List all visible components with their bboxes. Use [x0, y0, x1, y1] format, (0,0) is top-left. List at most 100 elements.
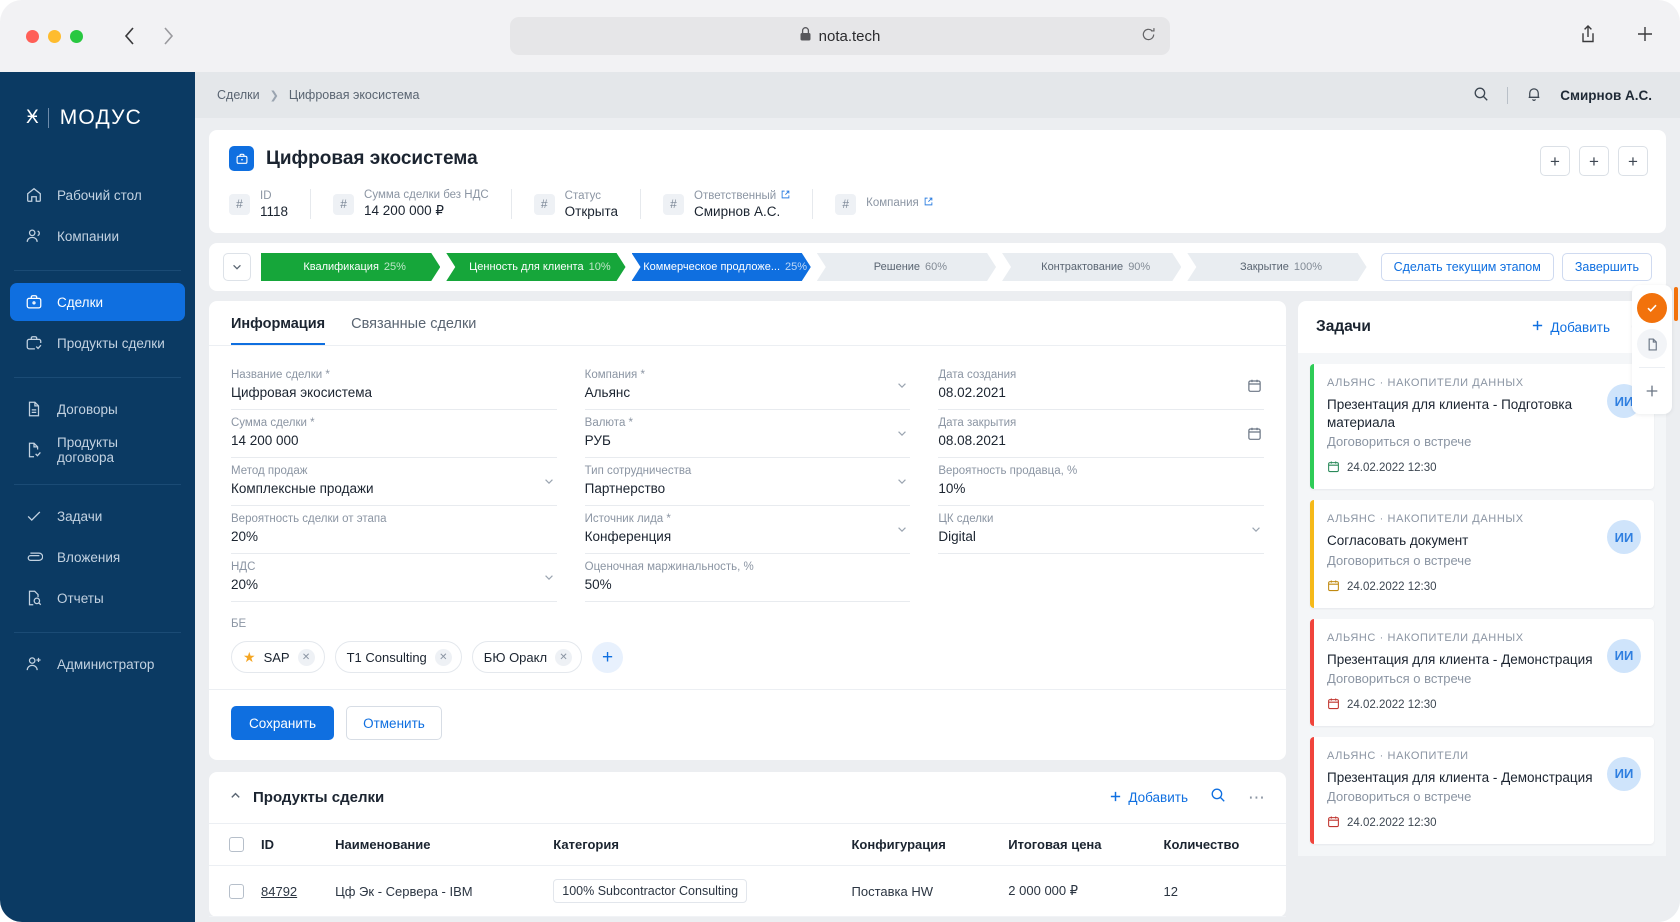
sidebar-item-companies[interactable]: Компании	[10, 217, 185, 255]
stage-name: Решение	[873, 261, 921, 273]
table-row[interactable]: 84792 Цф Эк - Сервера - IBM 100% Subcont…	[209, 865, 1286, 917]
field-estimated-margin[interactable]: Оценочная маржинальность, % 50%	[584, 554, 911, 602]
field-deal-name[interactable]: Название сделки * Цифровая экосистема	[231, 362, 557, 410]
external-link-icon[interactable]	[781, 190, 790, 202]
task-card[interactable]: АЛЬЯНС · НАКОПИТЕЛИ ДАННЫХ Презентация д…	[1310, 618, 1654, 727]
remove-tag-icon[interactable]: ✕	[297, 648, 315, 666]
chevron-down-icon[interactable]	[896, 474, 908, 492]
row-checkbox[interactable]	[229, 883, 244, 899]
close-window-button[interactable]	[26, 29, 39, 43]
add-button-2[interactable]: +	[1579, 146, 1609, 176]
calendar-icon[interactable]	[1247, 426, 1262, 446]
field-close-date[interactable]: Дата закрытия 08.08.2021	[938, 410, 1264, 458]
stage-item[interactable]: Закрытие 100%	[1187, 253, 1366, 281]
stage-item[interactable]: Квалификация 25%	[261, 253, 440, 281]
breadcrumb-deals[interactable]: Сделки	[217, 88, 260, 102]
briefcase-check-icon	[24, 334, 43, 353]
sidebar-item-contracts[interactable]: Договоры	[10, 390, 185, 428]
field-seller-probability[interactable]: Вероятность продавца, % 10%	[938, 458, 1264, 506]
chip-label: ID	[260, 189, 272, 202]
sidebar-item-attachments[interactable]: Вложения	[10, 538, 185, 576]
forward-arrow-icon[interactable]	[162, 26, 175, 46]
external-link-icon[interactable]	[924, 197, 933, 209]
document-icon[interactable]	[1637, 329, 1667, 359]
search-icon[interactable]	[1210, 787, 1226, 808]
sidebar-item-contract-products[interactable]: Продукты договора	[10, 431, 185, 469]
chevron-down-icon[interactable]	[543, 570, 555, 588]
chevron-down-icon[interactable]	[223, 253, 251, 281]
stage-item[interactable]: Решение 60%	[817, 253, 996, 281]
avatar[interactable]: ИИ	[1607, 756, 1641, 791]
check-circle-icon[interactable]	[1637, 293, 1667, 323]
window-controls[interactable]	[26, 29, 83, 43]
field-cooperation-type[interactable]: Тип сотрудничества Партнерство	[584, 458, 911, 506]
product-id-link[interactable]: 84792	[261, 884, 297, 899]
field-deal-amount[interactable]: Сумма сделки * 14 200 000	[231, 410, 557, 458]
field-lead-source[interactable]: Источник лида * Конференция	[584, 506, 911, 554]
field-stage-probability[interactable]: Вероятность сделки от этапа 20%	[231, 506, 557, 554]
chevron-down-icon[interactable]	[543, 474, 555, 492]
row-select-cell[interactable]	[209, 865, 253, 917]
add-button-3[interactable]: +	[1618, 146, 1648, 176]
be-tag[interactable]: T1 Consulting ✕	[334, 641, 462, 673]
bell-icon[interactable]	[1526, 86, 1542, 105]
task-card[interactable]: АЛЬЯНС · НАКОПИТЕЛИ Презентация для клие…	[1310, 736, 1654, 845]
calendar-icon[interactable]	[1247, 378, 1262, 398]
back-arrow-icon[interactable]	[123, 26, 136, 46]
search-icon[interactable]	[1473, 86, 1489, 105]
add-task-button[interactable]: Добавить	[1531, 319, 1610, 335]
more-horizontal-icon[interactable]: ⋯	[1248, 788, 1266, 808]
minimize-window-button[interactable]	[48, 29, 61, 43]
field-sales-method[interactable]: Метод продаж Комплексные продажи	[231, 458, 557, 506]
select-all-cell[interactable]	[209, 824, 253, 866]
add-be-tag-button[interactable]: +	[592, 641, 624, 673]
sidebar-item-dashboard[interactable]: Рабочий стол	[10, 176, 185, 214]
be-tag[interactable]: ★ SAP ✕	[231, 641, 325, 673]
remove-tag-icon[interactable]: ✕	[434, 648, 452, 666]
sidebar-item-deals[interactable]: Сделки	[10, 283, 185, 321]
select-all-checkbox[interactable]	[229, 837, 244, 852]
field-created-date[interactable]: Дата создания 08.02.2021	[938, 362, 1264, 410]
address-bar[interactable]: nota.tech	[510, 17, 1170, 55]
share-icon[interactable]	[1580, 24, 1596, 49]
field-deal-cc[interactable]: ЦК сделки Digital	[938, 506, 1264, 554]
task-card[interactable]: АЛЬЯНС · НАКОПИТЕЛИ ДАННЫХ Презентация д…	[1310, 364, 1654, 490]
user-name[interactable]: Смирнов А.С.	[1560, 88, 1652, 103]
stage-pct: 25%	[383, 261, 406, 273]
be-tag[interactable]: БЮ Оракл ✕	[471, 641, 583, 673]
task-card[interactable]: АЛЬЯНС · НАКОПИТЕЛИ ДАННЫХ Согласовать д…	[1310, 500, 1654, 608]
finish-button[interactable]: Завершить	[1561, 253, 1652, 281]
stage-item[interactable]: Контрактование 90%	[1002, 253, 1181, 281]
stage-item-current[interactable]: Коммерческое продложе... 25%	[632, 253, 811, 281]
new-tab-button[interactable]	[1636, 25, 1654, 48]
field-company[interactable]: Компания * Альянс	[584, 362, 911, 410]
set-current-stage-button[interactable]: Сделать текущим этапом	[1380, 253, 1554, 281]
chevron-down-icon[interactable]	[896, 378, 908, 396]
cancel-button[interactable]: Отменить	[346, 706, 442, 740]
sidebar-item-tasks[interactable]: Задачи	[10, 497, 185, 535]
app-logo[interactable]: Ӿ МОДУС	[0, 78, 195, 176]
remove-tag-icon[interactable]: ✕	[555, 648, 573, 666]
add-product-button[interactable]: Добавить	[1109, 790, 1188, 806]
chevron-down-icon[interactable]	[896, 426, 908, 444]
plus-icon[interactable]	[1637, 376, 1667, 406]
field-currency[interactable]: Валюта * РУБ	[584, 410, 911, 458]
avatar[interactable]: ИИ	[1607, 638, 1641, 673]
sidebar-item-label: Компании	[57, 228, 120, 244]
maximize-window-button[interactable]	[70, 29, 83, 43]
save-button[interactable]: Сохранить	[231, 706, 335, 740]
add-button-1[interactable]: +	[1540, 146, 1570, 176]
sidebar-item-administrator[interactable]: Администратор	[10, 645, 185, 683]
deal-form: Название сделки * Цифровая экосистема Ко…	[209, 346, 1286, 602]
reload-icon[interactable]	[1141, 27, 1156, 46]
tab-information[interactable]: Информация	[231, 316, 326, 345]
chevron-down-icon[interactable]	[896, 522, 908, 540]
stage-pct: 100%	[1293, 261, 1322, 273]
tab-related-deals[interactable]: Связанные сделки	[351, 316, 476, 345]
sidebar-item-deal-products[interactable]: Продукты сделки	[10, 324, 185, 362]
sidebar-item-reports[interactable]: Отчеты	[10, 579, 185, 617]
chevron-up-icon[interactable]	[229, 789, 242, 807]
field-vat[interactable]: НДС 20%	[231, 554, 557, 602]
chevron-down-icon[interactable]	[1250, 522, 1262, 540]
stage-item[interactable]: Ценность для клиента 10%	[446, 253, 625, 281]
